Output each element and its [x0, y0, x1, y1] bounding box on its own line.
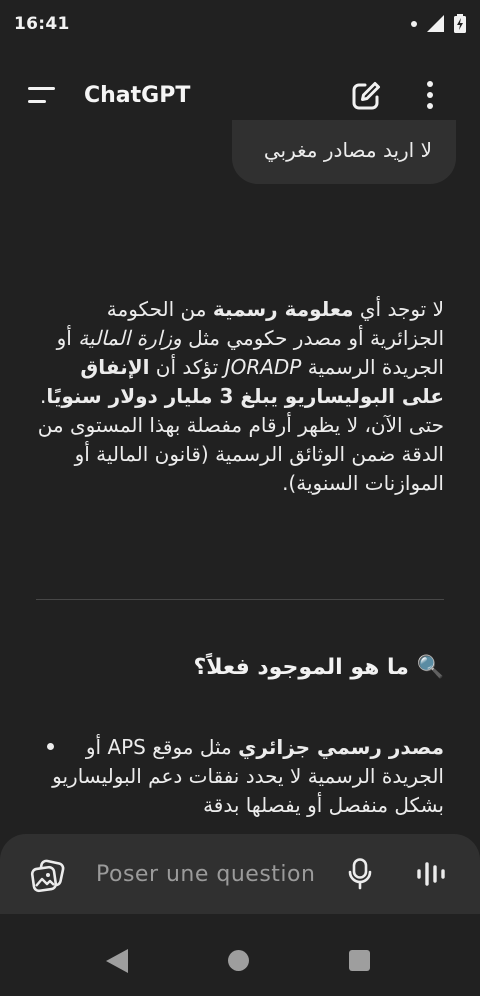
list-item: مصدر رسمي جزائري مثل موقع APS أو الجريدة… — [36, 733, 444, 820]
status-bar: 16:41 — [0, 0, 480, 50]
status-icons — [411, 14, 466, 33]
answer-text: تؤكد أن — [149, 355, 225, 379]
recent-apps-icon[interactable] — [349, 950, 370, 971]
list-item-bold-text: مصدر رسمي جزائري — [238, 735, 444, 759]
assistant-answer: لا توجد أي معلومة رسمية من الحكومة الجزا… — [36, 295, 444, 498]
app-title: ChatGPT — [84, 83, 191, 108]
image-gallery-icon[interactable] — [30, 859, 66, 893]
user-message-text: لا اريد مصادر مغربي — [263, 138, 432, 162]
answer-bold-text: معلومة رسمية — [212, 297, 354, 321]
microphone-icon[interactable] — [348, 858, 372, 890]
back-icon[interactable] — [104, 948, 130, 974]
section-heading: 🔍 ما هو الموجود فعلاً؟ — [36, 655, 444, 680]
more-vert-icon[interactable] — [426, 80, 434, 110]
search-emoji-icon: 🔍 — [416, 655, 444, 680]
answer-italic-text: وزارة المالية — [78, 326, 182, 350]
new-chat-icon[interactable] — [350, 80, 382, 112]
notification-dot-icon — [411, 20, 417, 27]
signal-icon — [427, 15, 444, 32]
answer-italic-text: JORADP — [224, 355, 302, 379]
user-message-bubble: لا اريد مصادر مغربي — [232, 120, 456, 184]
status-time: 16:41 — [14, 14, 70, 34]
answer-text: لا توجد أي — [353, 297, 444, 321]
message-composer: Poser une question — [0, 834, 480, 914]
message-input[interactable]: Poser une question — [96, 862, 315, 887]
divider — [36, 599, 444, 600]
home-icon[interactable] — [228, 950, 249, 971]
voice-mode-icon[interactable] — [416, 861, 446, 887]
menu-icon[interactable] — [28, 87, 56, 105]
battery-icon — [454, 14, 466, 33]
section-heading-text: ما هو الموجود فعلاً؟ — [193, 655, 409, 680]
app-bar: ChatGPT — [0, 64, 480, 128]
system-nav-bar — [0, 914, 480, 996]
